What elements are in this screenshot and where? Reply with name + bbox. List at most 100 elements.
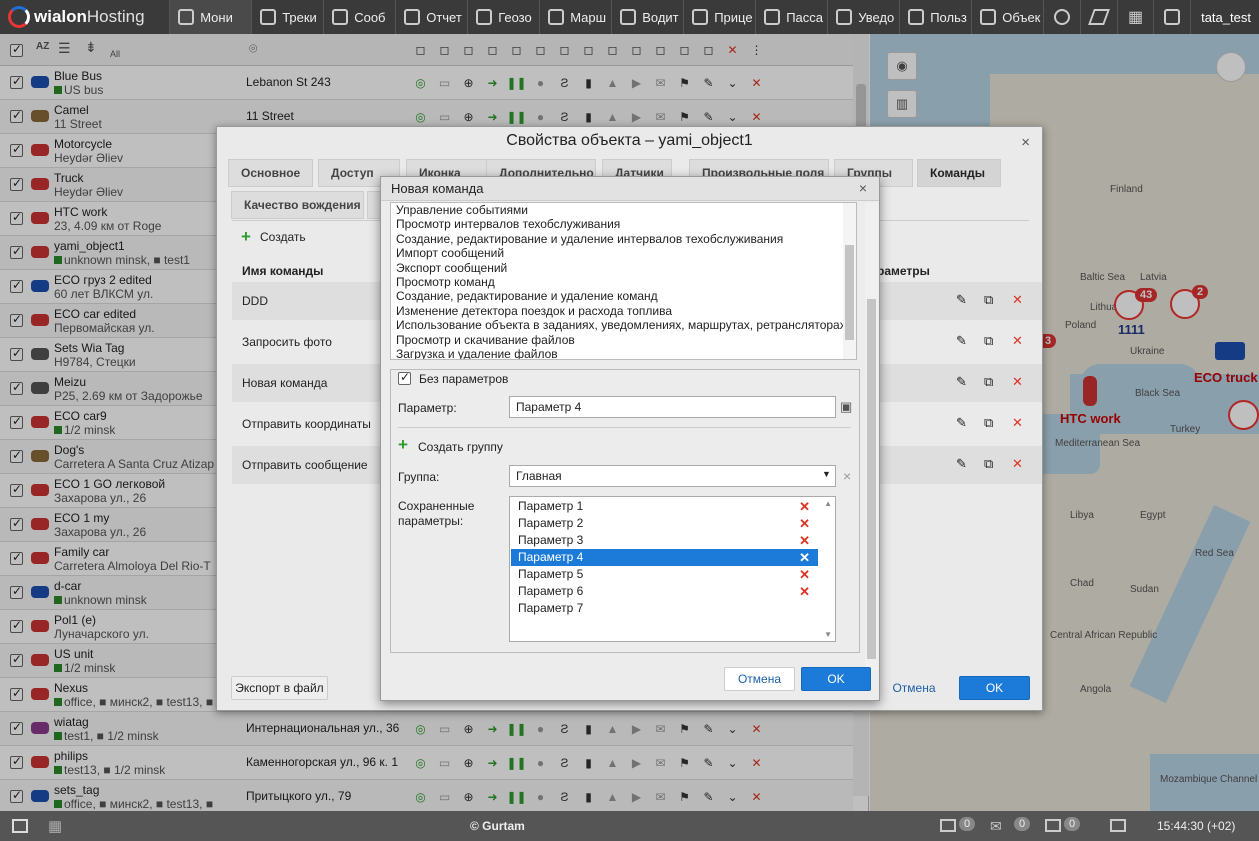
permission-item[interactable]: Изменение детектора поездок и расхода то… xyxy=(391,304,856,318)
nav-tab-0[interactable]: Мони xyxy=(170,0,253,34)
nav-tab-label: Пасса xyxy=(786,9,824,25)
wrench-icon[interactable]: ✎ xyxy=(956,456,967,472)
wrench-icon[interactable]: ✎ xyxy=(956,333,967,349)
export-to-file-button[interactable]: Экспорт в файл xyxy=(231,676,328,700)
delete-param-icon[interactable]: ✕ xyxy=(799,498,810,515)
search-icon[interactable] xyxy=(1044,0,1081,34)
copy-icon[interactable]: ⧉ xyxy=(984,415,993,431)
saved-param-item[interactable]: Параметр 7 xyxy=(511,600,818,617)
nav-tab-label: Прице xyxy=(714,9,753,25)
nav-tab-1[interactable]: Треки xyxy=(252,0,325,34)
parameter-input[interactable]: Параметр 4 xyxy=(509,396,836,418)
tab-7[interactable]: Команды xyxy=(917,159,1001,187)
permission-item[interactable]: Экспорт сообщений xyxy=(391,261,856,275)
permission-item[interactable]: Создание, редактирование и удаление инте… xyxy=(391,232,856,246)
scroll-up-icon[interactable]: ▲ xyxy=(824,499,832,508)
saved-param-item[interactable]: Параметр 6 ✕ xyxy=(511,583,818,600)
permission-item[interactable]: Просмотр и скачивание файлов xyxy=(391,333,856,347)
copy-icon[interactable]: ⧉ xyxy=(984,456,993,472)
nav-tab-8[interactable]: Пасса xyxy=(756,0,829,34)
saved-param-label: Параметр 4 xyxy=(518,550,584,564)
nav-tab-9[interactable]: Уведо xyxy=(828,0,901,34)
permission-item[interactable]: Загрузка и удаление файлов xyxy=(391,347,856,359)
nav-tab-2[interactable]: Сооб xyxy=(324,0,397,34)
notifications-icon[interactable] xyxy=(1154,0,1192,34)
no-params-checkbox[interactable] xyxy=(398,370,411,385)
ok-button[interactable]: OK xyxy=(801,667,871,691)
delete-icon[interactable]: ✕ xyxy=(1012,374,1023,390)
user-menu[interactable]: tata_test xyxy=(1191,0,1259,34)
nav-tab-3[interactable]: Отчет xyxy=(396,0,469,34)
permissions-scrollbar[interactable] xyxy=(843,203,856,359)
wrench-icon[interactable]: ✎ xyxy=(956,374,967,390)
saved-param-item[interactable]: Параметр 4 ✕ xyxy=(511,549,818,566)
create-command-button[interactable]: Создать xyxy=(260,230,306,244)
dialog-title: Свойства объекта – yami_object1 xyxy=(506,132,753,149)
delete-param-icon[interactable]: ✕ xyxy=(799,549,810,566)
group-select[interactable]: Главная xyxy=(509,465,836,487)
events-icon[interactable] xyxy=(940,819,956,832)
tab-9[interactable]: Х xyxy=(367,191,381,219)
command-name: Отправить сообщение xyxy=(242,458,368,472)
copy-icon[interactable]: ⧉ xyxy=(984,292,993,308)
nav-tab-6[interactable]: Водит xyxy=(612,0,685,34)
add-group-icon[interactable]: + xyxy=(398,435,408,455)
wrench-icon[interactable]: ✎ xyxy=(956,292,967,308)
sound-icon[interactable] xyxy=(1110,819,1126,832)
permission-item[interactable]: Использование объекта в заданиях, уведом… xyxy=(391,318,856,332)
apps-grid-icon[interactable]: ▦ xyxy=(1118,0,1155,34)
nav-tab-11[interactable]: Объек xyxy=(972,0,1045,34)
ok-button[interactable]: OK xyxy=(959,676,1030,700)
tab-0[interactable]: Основное xyxy=(228,159,313,187)
logo[interactable]: wialon Hosting xyxy=(0,0,171,34)
cancel-button[interactable]: Отмена xyxy=(874,676,954,700)
save-icon[interactable]: ▣ xyxy=(840,399,852,415)
permission-item[interactable]: Импорт сообщений xyxy=(391,246,856,260)
saved-params-list[interactable]: Параметр 1 ✕ Параметр 2 ✕ Параметр 3 ✕ Парамет… xyxy=(509,496,836,642)
add-icon[interactable]: + xyxy=(241,227,251,247)
delete-param-icon[interactable]: ✕ xyxy=(799,566,810,583)
nav-tab-label: Объек xyxy=(1002,9,1041,25)
nav-tab-7[interactable]: Прице xyxy=(684,0,757,34)
wrench-icon[interactable]: ✎ xyxy=(956,415,967,431)
delete-param-icon[interactable]: ✕ xyxy=(799,515,810,532)
permissions-list[interactable]: Управление событиями Просмотр интервалов … xyxy=(390,202,857,360)
delete-icon[interactable]: ✕ xyxy=(1012,456,1023,472)
tab-8[interactable]: Качество вождения xyxy=(231,191,364,219)
panel-toggle-icon[interactable] xyxy=(12,819,28,833)
saved-param-item[interactable]: Параметр 2 ✕ xyxy=(511,515,818,532)
permission-item[interactable]: Управление событиями xyxy=(391,203,856,217)
delete-param-icon[interactable]: ✕ xyxy=(799,583,810,600)
permission-item[interactable]: Просмотр интервалов техобслуживания xyxy=(391,217,856,231)
copy-icon[interactable]: ⧉ xyxy=(984,374,993,390)
delete-param-icon[interactable]: ✕ xyxy=(799,532,810,549)
saved-param-item[interactable]: Параметр 3 ✕ xyxy=(511,532,818,549)
close-icon[interactable]: × xyxy=(859,180,867,196)
delete-icon[interactable]: ✕ xyxy=(1012,292,1023,308)
saved-param-item[interactable]: Параметр 1 ✕ xyxy=(511,498,818,515)
create-group-button[interactable]: Создать группу xyxy=(418,440,503,454)
dialog-scrollbar[interactable] xyxy=(865,203,878,671)
chevron-down-icon[interactable]: ▼ xyxy=(822,469,831,479)
messages-icon[interactable]: ✉ xyxy=(990,818,1002,835)
passenger-icon xyxy=(764,9,781,25)
nav-tab-label: Сооб xyxy=(354,9,386,25)
delete-icon[interactable]: ✕ xyxy=(1012,333,1023,349)
nav-tab-5[interactable]: Марш xyxy=(540,0,613,34)
nav-tab-4[interactable]: Геозо xyxy=(468,0,541,34)
clear-group-icon[interactable]: × xyxy=(843,468,851,484)
scroll-down-icon[interactable]: ▼ xyxy=(824,630,832,639)
delete-icon[interactable]: ✕ xyxy=(1012,415,1023,431)
saved-param-item[interactable]: Параметр 5 ✕ xyxy=(511,566,818,583)
cancel-button[interactable]: Отмена xyxy=(724,667,795,691)
bus-icon xyxy=(980,9,997,25)
nav-tab-10[interactable]: Польз xyxy=(900,0,973,34)
permission-item[interactable]: Создание, редактирование и удаление кома… xyxy=(391,289,856,303)
grid-view-icon[interactable]: ▦ xyxy=(48,817,62,835)
permission-item[interactable]: Просмотр команд xyxy=(391,275,856,289)
close-icon[interactable]: × xyxy=(1021,134,1030,151)
command-name: DDD xyxy=(242,294,268,308)
ruler-icon[interactable] xyxy=(1081,0,1118,34)
copy-icon[interactable]: ⧉ xyxy=(984,333,993,349)
media-icon[interactable] xyxy=(1045,819,1061,832)
